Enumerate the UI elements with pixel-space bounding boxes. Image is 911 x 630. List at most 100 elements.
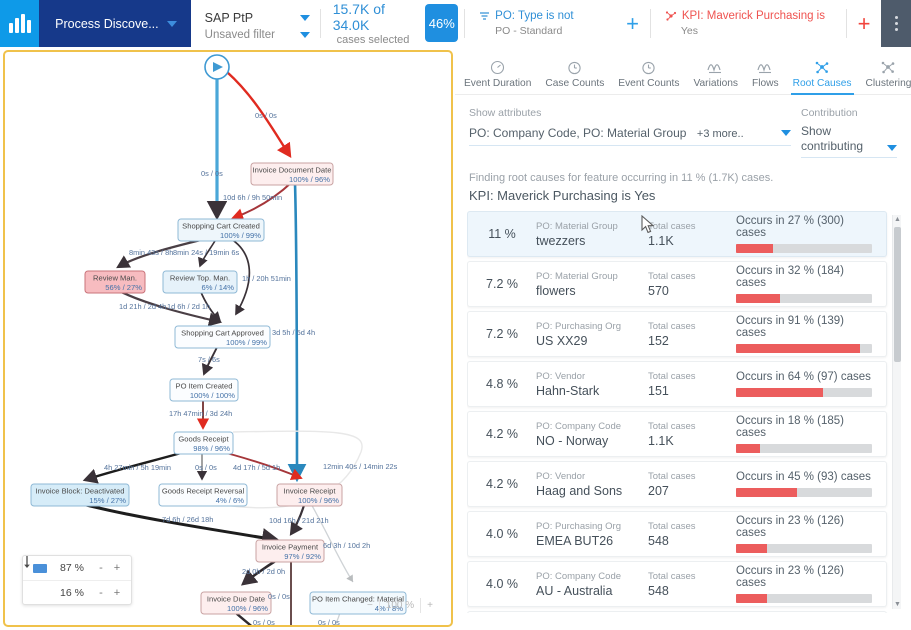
add-filter-button[interactable]: + xyxy=(615,0,650,47)
add-kpi-button[interactable]: + xyxy=(847,0,882,47)
root-cause-total-cases: Total cases 152 xyxy=(648,321,736,348)
saved-filter-selector[interactable]: Unsaved filter xyxy=(205,29,310,41)
tab-event-counts[interactable]: Event Counts xyxy=(611,59,686,94)
process-node[interactable]: Review Top. Man.6% / 14% xyxy=(162,270,238,294)
root-cause-row[interactable]: 4.2 % PO: Vendor Haag and Sons Total cases 2… xyxy=(467,461,887,507)
filter-chip-value: PO - Standard xyxy=(495,25,563,37)
root-cause-row[interactable]: 4.0 % PO: Purchasing Org EMEA BUT26 Total c… xyxy=(467,511,887,557)
legend-path-minus-button[interactable]: - xyxy=(93,587,109,599)
process-node-label: Goods Receipt Reversal xyxy=(162,487,245,496)
root-cause-total-cases: Total cases 1.1K xyxy=(648,421,736,448)
zoom-in-button[interactable]: + xyxy=(421,598,439,613)
process-node[interactable]: Invoice Document Date100% / 96% xyxy=(250,162,334,186)
process-edge-label: 1h / 20h 51min xyxy=(242,274,291,283)
tab-root-causes[interactable]: Root Causes xyxy=(786,59,859,95)
legend-row-activities[interactable]: 87 % - + xyxy=(23,556,131,580)
process-node-label: Invoice Document Date xyxy=(253,166,332,175)
process-node[interactable]: Shopping Cart Created100% / 99% xyxy=(177,218,265,242)
root-causes-scrollbar[interactable]: ▲ ▼ xyxy=(892,215,901,609)
process-node-label: PO Item Created xyxy=(176,382,233,391)
legend-activity-plus-button[interactable]: + xyxy=(109,562,125,574)
process-edge-label: 4h 27min / 5h 19min xyxy=(104,463,171,472)
show-attributes-more[interactable]: +3 more.. xyxy=(697,128,744,140)
root-cause-occurrence: Occurs in 45 % (93) cases xyxy=(736,471,878,497)
root-cause-row[interactable]: 4.2 % PO: Company Code NO - Norway Total ca… xyxy=(467,411,887,457)
root-cause-attribute: PO: Purchasing Org US XX29 xyxy=(536,321,648,348)
tab-label: Root Causes xyxy=(792,78,852,89)
show-attributes-dropdown[interactable]: PO: Company Code, PO: Material Group +3 … xyxy=(469,124,791,146)
process-edge-label: 8min 24s / 19min 6s xyxy=(173,248,239,257)
root-cause-row[interactable]: 11 % PO: Material Group twezzers Total case… xyxy=(467,211,887,257)
root-cause-attribute-value: NO - Norway xyxy=(536,433,609,448)
process-node-label: Invoice Due Date xyxy=(207,595,265,604)
process-node[interactable]: Goods Receipt98% / 96% xyxy=(173,431,234,455)
legend-path-plus-button[interactable]: + xyxy=(109,587,125,599)
filter-chip-po-type[interactable]: PO: Type is not PO - Standard xyxy=(465,0,615,47)
root-cause-attribute-value: Hahn-Stark xyxy=(536,383,600,398)
app-name-dropdown[interactable]: Process Discove... xyxy=(39,0,191,47)
root-cause-row[interactable]: 3.6 %PO: Purchasing OrgEMEA IB18Total ca… xyxy=(467,611,887,613)
scroll-down-arrow-icon[interactable]: ▼ xyxy=(894,601,901,608)
tab-label: Clustering xyxy=(865,78,911,89)
tab-clustering[interactable]: Clustering xyxy=(859,59,911,94)
root-cause-row[interactable]: 4.0 % PO: Company Code AU - Australia Total… xyxy=(467,561,887,607)
variations-icon xyxy=(707,59,724,75)
process-edge-label: 0s / 0s xyxy=(201,169,223,178)
process-node[interactable]: Shopping Cart Approved100% / 99% xyxy=(174,325,271,349)
root-causes-list[interactable]: 11 % PO: Material Group twezzers Total case… xyxy=(467,211,901,613)
contribution-dropdown[interactable]: Show contributing xyxy=(801,124,897,158)
zoom-out-button[interactable]: − xyxy=(361,598,379,613)
tab-flows[interactable]: Flows xyxy=(745,59,786,94)
tab-label: Case Counts xyxy=(545,78,605,89)
root-cause-contribution-pct: 7.2 % xyxy=(486,277,518,291)
root-causes-kpi-title: KPI: Maverick Purchasing is Yes xyxy=(469,188,656,203)
root-cause-occurrence: Occurs in 23 % (126) cases xyxy=(736,515,878,553)
scrollbar-thumb[interactable] xyxy=(894,227,901,362)
kpi-chip-maverick-purchasing[interactable]: KPI: Maverick Purchasing is Yes xyxy=(651,0,846,47)
process-edge-label: 0s / 0s xyxy=(253,618,275,627)
occurrence-bar-fill xyxy=(736,594,768,603)
process-node[interactable]: Goods Receipt Reversal4% / 6% xyxy=(158,483,248,507)
process-edge-labels-group: 0s / 0s 0s / 0s 10d 6h / 9h 50min 8min 43s … xyxy=(104,111,398,627)
occurrence-bar-track xyxy=(736,294,872,303)
contribution-label: Contribution xyxy=(801,107,858,119)
process-node[interactable]: Invoice Payment97% / 92% xyxy=(255,539,325,563)
process-graph-canvas[interactable]: Invoice Document Date 100% / 96% Shopping … xyxy=(3,50,453,627)
process-edge-label: 17h 47min / 3d 24h xyxy=(169,409,232,418)
legend-activity-minus-button[interactable]: - xyxy=(93,562,109,574)
scroll-up-arrow-icon[interactable]: ▲ xyxy=(894,216,901,223)
kpi-chip-title-row: KPI: Maverick Purchasing is xyxy=(665,10,832,22)
process-node[interactable]: PO Item Created100% / 100% xyxy=(169,378,239,402)
occurrence-bar-track xyxy=(736,244,872,253)
process-node[interactable]: Review Man.56% / 27% xyxy=(84,270,146,294)
total-cases-value: 1.1K xyxy=(648,433,674,448)
zoom-control[interactable]: − 100 % + xyxy=(361,598,439,613)
dataset-selector[interactable]: SAP PtP xyxy=(205,11,310,25)
occurrence-bar-track xyxy=(736,488,872,497)
root-cause-total-cases: Total cases 1.1K xyxy=(648,221,736,248)
tab-label: Event Counts xyxy=(618,78,680,89)
app-logo[interactable] xyxy=(0,0,40,47)
process-node[interactable]: Invoice Block: Deactivated15% / 27% xyxy=(30,483,130,507)
tab-case-counts[interactable]: Case Counts xyxy=(538,59,611,94)
occurrence-bar-fill xyxy=(736,244,773,253)
tab-variations[interactable]: Variations xyxy=(686,59,745,94)
process-node-stat: 100% / 99% xyxy=(220,231,261,240)
kebab-menu-icon[interactable] xyxy=(881,0,911,47)
kpi-chip-label: KPI: Maverick Purchasing is xyxy=(681,10,825,22)
total-cases-value: 548 xyxy=(648,583,669,598)
legend-row-paths[interactable]: 16 % - + xyxy=(23,556,131,604)
root-cause-contribution-pct: 4.2 % xyxy=(486,477,518,491)
tab-event-duration[interactable]: Event Duration xyxy=(457,59,538,94)
root-cause-row[interactable]: 7.2 % PO: Purchasing Org US XX29 Total case… xyxy=(467,311,887,357)
root-cause-row[interactable]: 7.2 % PO: Material Group flowers Total case… xyxy=(467,261,887,307)
filter-icon xyxy=(480,11,490,20)
process-node-stat: 56% / 27% xyxy=(105,283,142,292)
process-node[interactable]: Invoice Receipt100% / 96% xyxy=(276,483,343,507)
graph-legend-panel[interactable]: 87 % - + 16 % - + xyxy=(22,555,132,605)
root-cause-row[interactable]: 4.8 % PO: Vendor Hahn-Stark Total cases 151 O… xyxy=(467,361,887,407)
root-cause-attribute-value: flowers xyxy=(536,283,576,298)
process-node-label: Invoice Payment xyxy=(262,543,319,552)
process-node[interactable]: Invoice Due Date100% / 96% xyxy=(200,591,272,615)
activity-swatch-icon xyxy=(29,563,51,573)
